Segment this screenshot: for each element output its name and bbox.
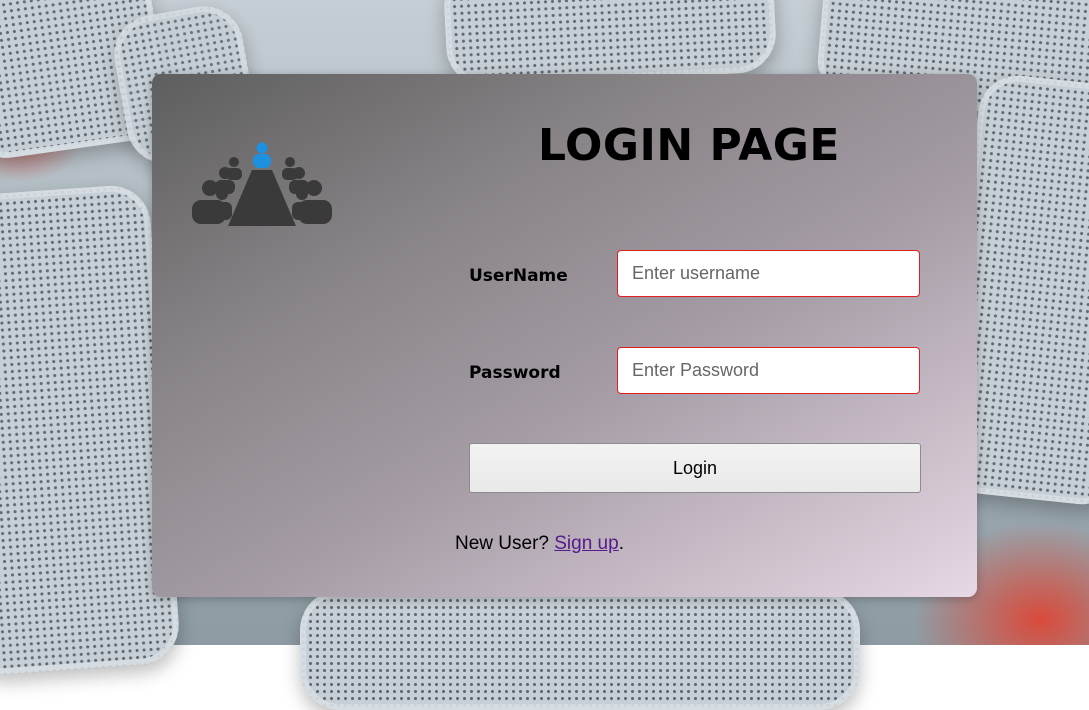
background-seat: [300, 590, 860, 710]
signup-prompt: New User? Sign up.: [455, 533, 624, 555]
username-input[interactable]: [617, 250, 920, 297]
password-label: Password: [469, 363, 561, 383]
signup-suffix: .: [618, 533, 624, 554]
signup-prompt-text: New User?: [455, 533, 555, 554]
login-button[interactable]: Login: [469, 443, 921, 493]
login-card: LOGIN PAGE UserName Password Login New U…: [152, 74, 977, 597]
page-title: LOGIN PAGE: [538, 120, 840, 171]
meeting-table-icon: [192, 142, 332, 226]
password-input[interactable]: [617, 347, 920, 394]
signup-link[interactable]: Sign up: [554, 533, 618, 554]
username-label: UserName: [469, 266, 568, 286]
